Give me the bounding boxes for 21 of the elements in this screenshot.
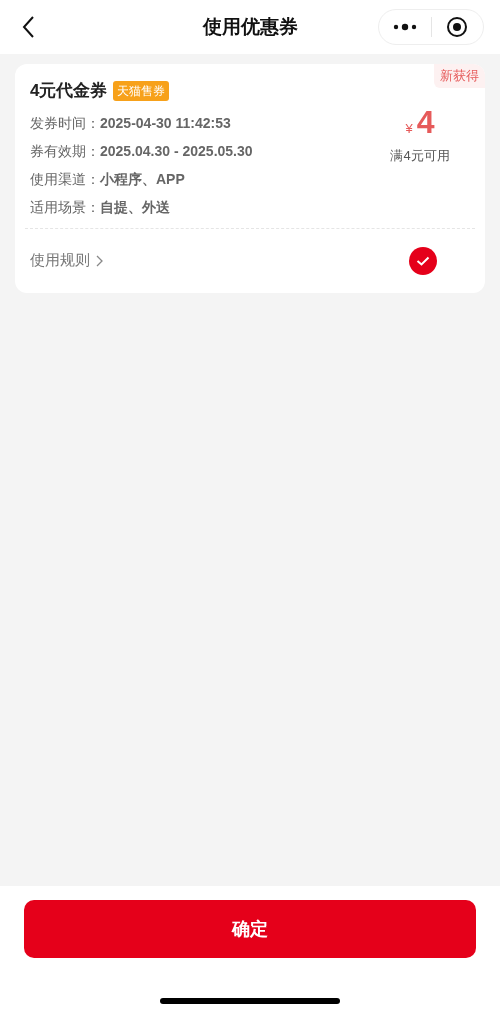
new-badge: 新获得 <box>434 64 485 88</box>
check-icon <box>416 255 430 266</box>
detail-value: 自提、外送 <box>100 197 170 216</box>
page-title: 使用优惠券 <box>202 14 298 39</box>
detail-value: 2025-04-30 11:42:53 <box>100 113 231 132</box>
detail-label: 发券时间： <box>30 113 100 132</box>
detail-label: 使用渠道： <box>30 169 100 188</box>
back-icon <box>21 15 35 39</box>
coupon-amount: 4 <box>416 104 435 140</box>
confirm-button[interactable]: 确定 <box>24 900 476 958</box>
chevron-icon <box>96 254 104 267</box>
rules-link[interactable]: 使用规则 <box>30 249 104 272</box>
currency-symbol: ¥ <box>405 120 413 138</box>
coupon-tag: 天猫售券 <box>113 80 170 101</box>
detail-label: 适用场景： <box>30 197 100 216</box>
coupon-title: 4元代金券 <box>30 80 108 102</box>
select-checkbox[interactable] <box>409 246 437 275</box>
detail-value: 2025.04.30 - 2025.05.30 <box>100 141 253 160</box>
detail-label: 券有效期： <box>30 141 100 160</box>
detail-value: 小程序、APP <box>100 169 185 188</box>
coupon-condition: 满4元可用 <box>390 147 450 165</box>
